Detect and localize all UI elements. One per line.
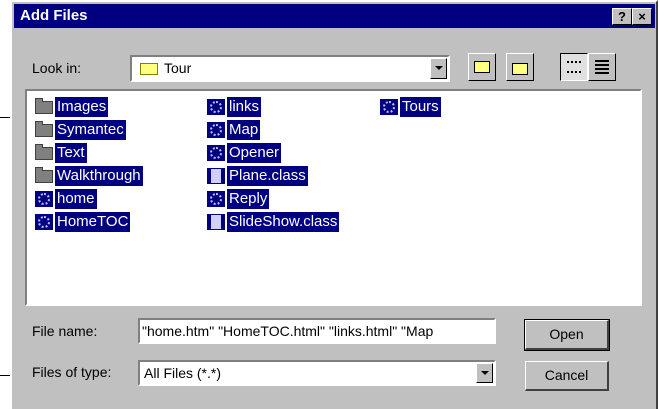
list-view-icon [567,61,581,73]
file-item-label: Symantec [55,119,126,140]
file-name-input[interactable]: "home.htm" "HomeTOC.html" "links.html" "… [138,318,496,344]
dialog-title: Add Files [20,7,88,24]
look-in-select[interactable]: Tour [130,55,450,82]
file-item-label: Images [55,96,109,117]
files-of-type-label: Files of type: [32,364,112,380]
file-item[interactable]: SlideShow.class [207,210,340,233]
folder-icon [35,98,53,114]
look-in-value: Tour [164,60,192,76]
file-item-label: home [55,188,97,209]
file-item[interactable]: Map [207,118,339,141]
file-item-label: Reply [227,188,270,209]
file-item[interactable]: Images [35,95,143,118]
file-name-label: File name: [32,323,98,339]
folder-icon [35,167,53,183]
html-file-icon [380,98,398,115]
files-of-type-value: All Files (*.*) [144,365,222,381]
class-file-icon [207,213,225,230]
file-item-label: Tours [400,96,441,117]
open-button[interactable]: Open [524,319,610,351]
file-item[interactable]: links [207,95,339,118]
html-file-icon [207,190,225,207]
chevron-down-icon[interactable] [430,58,447,79]
file-item-label: Plane.class [227,165,308,186]
file-item[interactable]: Opener [207,141,339,164]
file-item-label: links [227,96,262,117]
file-item[interactable]: Walkthrough [35,164,143,187]
file-item[interactable]: Plane.class [207,164,339,187]
help-button[interactable]: ? [612,8,632,25]
new-folder-button[interactable] [506,53,534,81]
look-in-label: Look in: [32,60,82,76]
details-view-icon [595,60,609,74]
html-file-icon [35,190,53,207]
html-file-icon [35,213,53,230]
file-item[interactable]: home [35,187,143,210]
list-view-button[interactable] [560,53,588,81]
add-files-dialog: Add Files ? × Look in: Tour Images Symant… [10,0,658,409]
file-item[interactable]: Tours [380,95,441,118]
file-item-label: Opener [227,142,282,163]
file-list[interactable]: Images Symantec Text Walkthrough home HomeTOC… [25,89,642,306]
file-item[interactable]: Symantec [35,118,143,141]
file-item-label: Text [55,142,87,163]
file-item[interactable]: Reply [207,187,339,210]
title-bar: Add Files ? × [14,4,655,28]
folder-icon [35,121,53,137]
cancel-button[interactable]: Cancel [525,361,609,391]
file-item[interactable]: Text [35,141,143,164]
folder-icon [140,63,158,75]
files-of-type-select[interactable]: All Files (*.*) [138,360,496,386]
html-file-icon [207,121,225,138]
details-view-button[interactable] [588,53,616,81]
class-file-icon [207,167,225,184]
file-item[interactable]: HomeTOC [35,210,143,233]
chevron-down-icon[interactable] [476,363,493,383]
html-file-icon [207,98,225,115]
up-folder-button[interactable] [468,53,496,81]
file-item-label: SlideShow.class [227,211,340,232]
file-item-label: Map [227,119,261,140]
up-folder-icon [474,61,490,73]
close-button[interactable]: × [632,8,652,25]
folder-icon [35,144,53,160]
file-item-label: Walkthrough [55,165,143,186]
file-item-label: HomeTOC [55,211,131,232]
html-file-icon [207,144,225,161]
new-folder-icon [512,63,528,75]
